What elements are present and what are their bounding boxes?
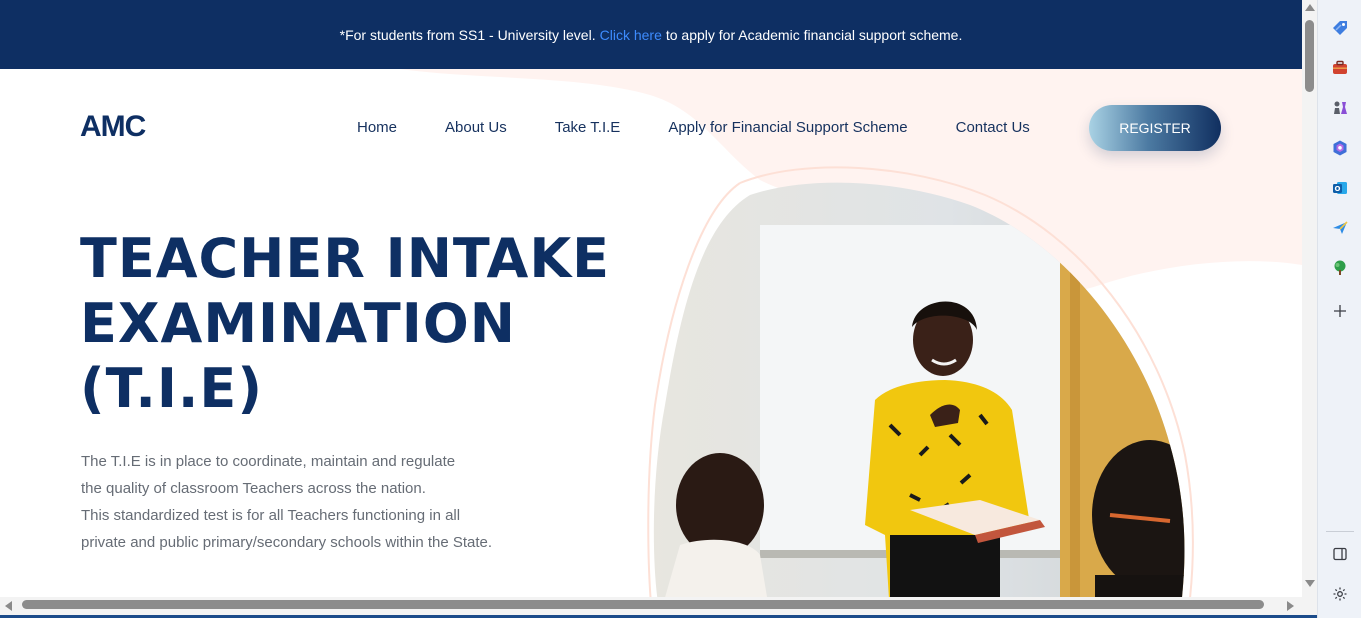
browser-sidebar: O <box>1317 0 1361 618</box>
scroll-right-icon[interactable] <box>1287 601 1294 611</box>
tree-icon[interactable] <box>1329 257 1351 279</box>
copilot-icon[interactable] <box>1329 137 1351 159</box>
nav-home[interactable]: Home <box>357 119 397 136</box>
nav-about-us[interactable]: About Us <box>445 119 507 136</box>
chess-icon[interactable] <box>1329 97 1351 119</box>
main-nav: Home About Us Take T.I.E Apply for Finan… <box>357 119 1030 136</box>
nav-take-tie[interactable]: Take T.I.E <box>555 119 621 136</box>
announcement-suffix: to apply for Academic financial support … <box>665 26 963 43</box>
announcement-link[interactable]: Click here <box>600 27 662 43</box>
svg-text:O: O <box>1335 185 1341 193</box>
split-screen-icon[interactable] <box>1329 543 1351 565</box>
hero-title-line: EXAMINATION <box>80 292 516 355</box>
hero-title-line: (T.I.E) <box>80 357 264 420</box>
announcement-prefix: *For students from SS1 - University leve… <box>339 26 596 43</box>
settings-icon[interactable] <box>1329 583 1351 605</box>
hero-description: The T.I.E is in place to coordinate, mai… <box>81 448 492 556</box>
hero-title-line: TEACHER INTAKE <box>80 227 611 290</box>
browser-viewport: *For students from SS1 - University leve… <box>0 0 1302 597</box>
announcement-bar: *For students from SS1 - University leve… <box>0 0 1302 69</box>
hero-description-line: the quality of classroom Teachers across… <box>81 480 426 497</box>
vertical-scrollbar[interactable] <box>1302 0 1317 597</box>
hero-title: TEACHER INTAKE EXAMINATION (T.I.E) <box>80 226 610 421</box>
horizontal-scrollbar[interactable] <box>0 597 1302 615</box>
scroll-left-icon[interactable] <box>5 601 12 611</box>
site-logo[interactable]: AMC <box>80 110 146 144</box>
nav-contact-us[interactable]: Contact Us <box>956 119 1030 136</box>
send-icon[interactable] <box>1329 217 1351 239</box>
hero-description-line: This standardized test is for all Teache… <box>81 507 461 524</box>
hero-photo <box>647 166 1194 597</box>
plus-icon[interactable] <box>1329 300 1351 322</box>
hero-description-line: private and public primary/secondary sch… <box>81 534 493 551</box>
register-button[interactable]: REGISTER <box>1089 105 1221 151</box>
scroll-down-icon[interactable] <box>1305 580 1315 587</box>
scrollbar-corner <box>1302 597 1317 615</box>
tag-icon[interactable] <box>1329 17 1351 39</box>
horizontal-scroll-thumb[interactable] <box>22 600 1264 609</box>
nav-apply-financial-support[interactable]: Apply for Financial Support Scheme <box>668 119 907 136</box>
briefcase-icon[interactable] <box>1329 57 1351 79</box>
sidebar-divider <box>1326 531 1354 532</box>
vertical-scroll-thumb[interactable] <box>1305 20 1314 92</box>
outlook-icon[interactable]: O <box>1329 177 1351 199</box>
hero-description-line: The T.I.E is in place to coordinate, mai… <box>81 453 456 470</box>
scroll-up-icon[interactable] <box>1305 4 1315 11</box>
